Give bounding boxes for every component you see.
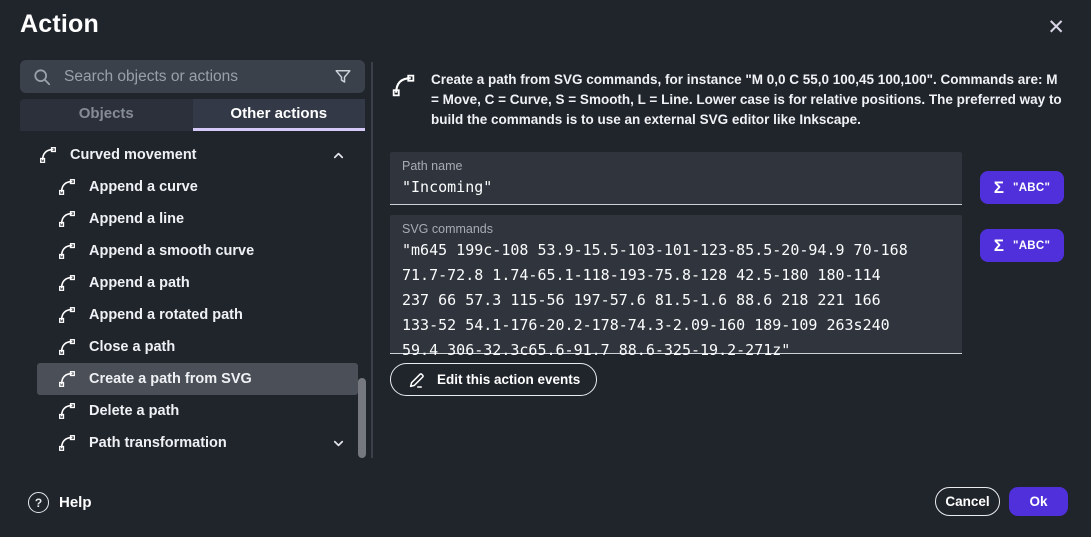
search-input[interactable] [62,67,323,87]
edit-action-events-label: Edit this action events [437,372,580,387]
action-description: Create a path from SVG commands, for ins… [390,70,1066,130]
bezier-curve-icon [57,177,77,197]
bezier-curve-icon [57,401,77,421]
help-icon: ? [28,492,49,513]
list-group-curved-movement[interactable]: Curved movement [20,139,358,171]
bezier-curve-icon [57,209,77,229]
sigma-icon: Σ [994,179,1004,196]
bezier-curve-icon [390,72,417,99]
list-item-append-a-smooth-curve[interactable]: Append a smooth curve [37,235,358,267]
bezier-curve-icon [57,241,77,261]
chevron-up-icon[interactable] [331,148,346,163]
list-item-append-a-path[interactable]: Append a path [37,267,358,299]
chevron-down-icon[interactable] [331,436,346,451]
close-button[interactable]: ✕ [1043,13,1069,42]
bezier-curve-icon [57,305,77,325]
tab-objects[interactable]: Objects [20,99,193,131]
tab-bar: Objects Other actions [20,99,365,131]
abc-label: "ABC" [1013,240,1050,252]
action-dialog: Action ✕ Objects Other actions Curved mo… [0,0,1091,537]
bezier-curve-icon [57,433,77,453]
list-item-append-a-rotated-path[interactable]: Append a rotated path [37,299,358,331]
sigma-icon: Σ [994,237,1004,254]
bezier-curve-icon [57,273,77,293]
bezier-curve-icon [57,337,77,357]
list-item-create-a-path-from-svg[interactable]: Create a path from SVG [37,363,358,395]
path-name-value[interactable]: "Incoming" [402,175,950,200]
actions-list: Curved movement Append a curve Append a … [20,139,358,459]
action-description-text: Create a path from SVG commands, for ins… [431,70,1066,130]
page-title: Action [20,10,99,39]
pencil-icon [407,370,427,390]
path-name-label: Path name [402,159,950,173]
help-label: Help [59,494,92,511]
tab-other-actions[interactable]: Other actions [193,99,366,131]
edit-action-events-button[interactable]: Edit this action events [390,363,597,396]
svg-commands-value[interactable]: "m645 199c-108 53.9-15.5-103-101-123-85.… [402,238,950,363]
close-icon: ✕ [1047,16,1065,39]
ok-button[interactable]: Ok [1009,487,1068,516]
path-name-field[interactable]: Path name "Incoming" [390,152,962,205]
list-item-append-a-curve[interactable]: Append a curve [37,171,358,203]
list-item-delete-a-path[interactable]: Delete a path [37,395,358,427]
list-item-close-a-path[interactable]: Close a path [37,331,358,363]
panel-divider [371,62,373,458]
bezier-curve-icon [38,145,58,165]
abc-label: "ABC" [1013,182,1050,194]
search-bar[interactable] [20,60,365,93]
list-group-path-transformation[interactable]: Path transformation [37,427,358,459]
svg-commands-field[interactable]: SVG commands "m645 199c-108 53.9-15.5-10… [390,215,962,354]
list-scrollbar[interactable] [358,378,366,458]
expression-builder-button-path-name[interactable]: Σ "ABC" [980,171,1064,204]
list-item-append-a-line[interactable]: Append a line [37,203,358,235]
filter-icon[interactable] [333,67,353,87]
help-link[interactable]: ? Help [28,492,92,513]
search-icon [32,67,52,87]
cancel-button[interactable]: Cancel [935,487,1000,516]
expression-builder-button-svg-commands[interactable]: Σ "ABC" [980,229,1064,262]
bezier-curve-icon [57,369,77,389]
svg-commands-label: SVG commands [402,222,950,236]
